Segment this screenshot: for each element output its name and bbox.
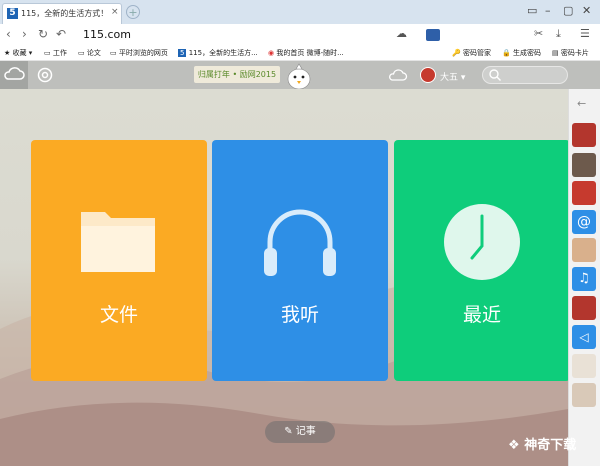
bookmark-label: 密码卡片 xyxy=(560,49,589,57)
mascot-bird-icon xyxy=(287,63,311,90)
browser-tab[interactable]: 5 115，全新的生活方式！ × xyxy=(2,3,122,24)
contact-avatar[interactable] xyxy=(572,181,596,205)
favicon-icon: 5 xyxy=(178,49,187,57)
address-bar: ‹ › ↻ ↶ 115.com ☁ ✂ ⤓ ☰ xyxy=(0,24,600,47)
restore-icon[interactable]: ▭ xyxy=(527,4,537,17)
minimize-button[interactable]: – xyxy=(545,4,551,17)
cloud-icon xyxy=(4,67,25,80)
settings-button[interactable] xyxy=(37,67,53,83)
close-tab-icon[interactable]: × xyxy=(111,7,119,17)
bookmark-label: 我的首页 微博-随时... xyxy=(276,49,344,57)
download-icon[interactable]: ⤓ xyxy=(556,27,561,41)
slogan-banner[interactable]: 归属打年 • 励网2015 xyxy=(194,66,280,83)
maximize-button[interactable]: ▢ xyxy=(563,4,573,17)
bookmark-label: 平时浏览的网页 xyxy=(118,49,168,57)
speaker-icon[interactable]: ◁ xyxy=(572,325,596,349)
recent-label: 最近 xyxy=(462,304,501,326)
favicon-icon: 5 xyxy=(7,8,18,19)
clock-icon xyxy=(444,204,520,280)
bookmark-115[interactable]: 5 115，全新的生活方... xyxy=(178,48,258,58)
url-field[interactable]: 115.com xyxy=(83,28,131,41)
close-window-button[interactable]: ✕ xyxy=(582,4,591,17)
back-icon[interactable]: ‹ xyxy=(6,27,11,41)
password-manager[interactable]: 🔑 密码管家 xyxy=(452,48,491,58)
bookmark-work[interactable]: ▭ 工作 xyxy=(44,48,67,58)
contact-avatar[interactable] xyxy=(572,153,596,177)
browser-tab-bar: 5 115，全新的生活方式！ × + ▭ – ▢ ✕ xyxy=(0,0,600,25)
cloud-icon[interactable]: ☁ xyxy=(396,27,407,40)
bookmark-label: 生成密码 xyxy=(512,49,541,57)
mention-icon[interactable]: @ xyxy=(572,210,596,234)
new-tab-button[interactable]: + xyxy=(126,5,140,19)
user-avatar[interactable] xyxy=(420,67,436,83)
weibo-icon: ◉ xyxy=(268,49,275,57)
pencil-icon: ✎ xyxy=(284,426,293,437)
recent-tile[interactable]: 最近 xyxy=(394,140,570,381)
bookmark-label: 工作 xyxy=(52,49,67,57)
user-menu[interactable]: 大五 ▾ xyxy=(440,70,465,83)
tab-title: 115，全新的生活方式！ xyxy=(21,9,109,18)
contact-avatar[interactable] xyxy=(572,123,596,147)
favorites-label: 收藏 xyxy=(12,49,27,57)
favorites-menu[interactable]: ★ 收藏 ▾ xyxy=(4,48,32,58)
listen-tile[interactable]: 我听 xyxy=(212,140,388,381)
contact-avatar[interactable] xyxy=(572,238,596,262)
notification-bell-icon[interactable]: ♫ xyxy=(572,267,596,291)
contact-avatar[interactable] xyxy=(572,296,596,320)
extension-icon[interactable] xyxy=(426,29,440,41)
generate-password[interactable]: 🔒 生成密码 xyxy=(502,48,541,58)
undo-icon[interactable]: ↶ xyxy=(56,27,66,41)
menu-icon[interactable]: ☰ xyxy=(580,27,590,40)
bookmarks-bar: ★ 收藏 ▾ ▭ 工作 ▭ 论文 ▭ 平时浏览的网页 5 115，全新的生活方.… xyxy=(0,46,600,61)
headphones-icon xyxy=(264,209,336,276)
watermark-text: 神奇下载 xyxy=(524,438,577,453)
files-label: 文件 xyxy=(99,304,138,326)
notes-button[interactable]: ✎ 记事 xyxy=(265,421,335,443)
scissors-icon[interactable]: ✂ xyxy=(534,27,543,40)
notes-label: 记事 xyxy=(295,426,316,437)
reload-icon[interactable]: ↻ xyxy=(38,27,48,41)
folder-icon xyxy=(81,212,155,272)
cloud-sync-icon[interactable] xyxy=(388,68,408,82)
bookmark-paper[interactable]: ▭ 论文 xyxy=(78,48,101,58)
back-arrow-icon[interactable]: ← xyxy=(577,97,586,110)
watermark-logo: ❖ 神奇下载 xyxy=(508,438,577,453)
gear-icon xyxy=(37,67,53,83)
listen-label: 我听 xyxy=(280,304,319,326)
password-card[interactable]: ▤ 密码卡片 xyxy=(552,48,589,58)
cloud-home-button[interactable] xyxy=(0,61,28,89)
contact-avatar[interactable] xyxy=(572,383,596,407)
bookmark-label: 115，全新的生活方... xyxy=(188,49,258,57)
search-icon xyxy=(489,69,501,81)
search-input[interactable] xyxy=(482,66,568,84)
bookmark-label: 论文 xyxy=(86,49,101,57)
forward-icon[interactable]: › xyxy=(22,27,27,41)
files-tile[interactable]: 文件 xyxy=(31,140,207,381)
bookmark-label: 密码管家 xyxy=(462,49,491,57)
bookmark-browsed[interactable]: ▭ 平时浏览的网页 xyxy=(110,48,168,58)
user-name: 大五 xyxy=(440,73,459,83)
bookmark-weibo[interactable]: ◉ 我的首页 微博-随时... xyxy=(268,48,344,58)
contact-avatar[interactable] xyxy=(572,354,596,378)
